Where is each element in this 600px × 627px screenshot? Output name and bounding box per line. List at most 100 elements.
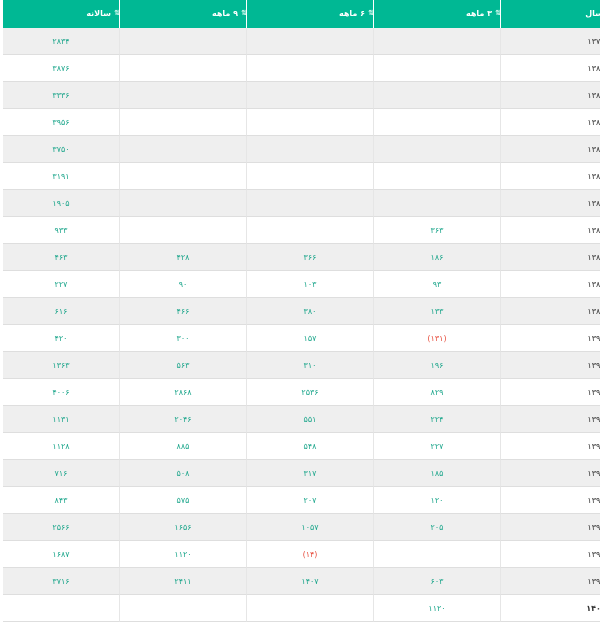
- cell-annual: ۳۳۳۶: [3, 82, 119, 109]
- cell-q3: ۸۲۹: [373, 379, 500, 406]
- table-row: ۱۳۹۵ ۱۸۵۳۱۷۵۰۸۷۱۶: [3, 460, 600, 487]
- cell-q6: ۳۱۰: [246, 352, 373, 379]
- cell-q3: [373, 163, 500, 190]
- cell-q9: ۴۶۶: [119, 298, 246, 325]
- column-header-label: سالانه: [86, 9, 111, 18]
- cell-q6: [246, 595, 373, 622]
- sort-icon[interactable]: ⇅: [114, 9, 120, 17]
- cell-annual: ۳۷۵۰: [3, 136, 119, 163]
- cell-q9: ۱۶۵۶: [119, 514, 246, 541]
- cell-q9: ۸۸۵: [119, 433, 246, 460]
- year-label: ۱۳۸۸: [587, 279, 600, 289]
- year-label: ۱۳۹۰: [587, 333, 600, 343]
- cell-q6: [246, 28, 373, 55]
- column-header-annual[interactable]: ⇅ سالانه: [3, 0, 120, 28]
- cell-year: ۱۳۸۷: [500, 244, 600, 271]
- cell-q6: ۱۵۷: [246, 325, 373, 352]
- year-label: ۱۳۸۵: [587, 198, 600, 208]
- cell-annual: ۱۶۸۷: [3, 541, 119, 568]
- cell-q6: ۱۴۰۷: [246, 568, 373, 595]
- cell-q3: ۲۲۴: [373, 406, 500, 433]
- sort-icon[interactable]: ⇅: [495, 9, 501, 17]
- cell-q3: [373, 190, 500, 217]
- year-label: ۱۳۹۵: [587, 468, 600, 478]
- cell-year: ۱۳۹۵: [500, 460, 600, 487]
- cell-annual: ۳۹۵۶: [3, 109, 119, 136]
- cell-year: ۱۳۹۰: [500, 325, 600, 352]
- cell-year: ۱۳۷۹: [500, 28, 600, 55]
- cell-q6: [246, 82, 373, 109]
- header-row: ⇣سال⇅۳ ماهه⇅۶ ماهه⇅۹ ماهه⇅سالانه: [3, 0, 600, 28]
- cell-year: ۱۳۹۲: [500, 379, 600, 406]
- year-label: ۱۳۷۹: [587, 36, 600, 46]
- cell-q6: ۱۰۳: [246, 271, 373, 298]
- column-header-year[interactable]: ⇣سال: [500, 0, 600, 28]
- cell-year: ۱۴۰۰: [500, 595, 600, 622]
- cell-q6: ۲۰۷: [246, 487, 373, 514]
- cell-annual: [3, 595, 119, 622]
- cell-year: ۱۳۹۶: [500, 487, 600, 514]
- year-label: ۱۳۸۳: [587, 144, 600, 154]
- table-row: ۱۳۸۳ ۳۷۵۰: [3, 136, 600, 163]
- cell-q3: ۱۹۶: [373, 352, 500, 379]
- cell-year: ۱۳۸۴: [500, 163, 600, 190]
- table-row: ۱۳۹۲ ۸۲۹۲۵۳۶۲۸۶۸۴۰۰۶: [3, 379, 600, 406]
- table-row: ۱۳۸۶ ۳۶۳ ۹۳۳: [3, 217, 600, 244]
- cell-q6: ۳۸۰: [246, 298, 373, 325]
- cell-q3: [373, 136, 500, 163]
- table-row: ۱۳۸۷ ۱۸۶۳۶۶۴۲۸۴۶۳: [3, 244, 600, 271]
- cell-year: ۱۳۸۱: [500, 82, 600, 109]
- eps-table-container: ⇣سال⇅۳ ماهه⇅۶ ماهه⇅۹ ماهه⇅سالانه ۱۳۷۹۲۸۳…: [0, 0, 600, 627]
- year-label: ۱۳۹۳: [587, 414, 600, 424]
- cell-year: ۱۳۸۳: [500, 136, 600, 163]
- table-row: ۱۳۹۹ ۶۰۳۱۴۰۷۲۴۱۱۳۷۱۶: [3, 568, 600, 595]
- cell-q3: ۱۸۶: [373, 244, 500, 271]
- cell-q3: ۱۲۰: [373, 487, 500, 514]
- cell-q9: [119, 595, 246, 622]
- table-row: ۱۴۰۰ ۱۱۲۰: [3, 595, 600, 622]
- year-label: ۱۳۸۹: [587, 306, 600, 316]
- cell-year: ۱۳۹۸: [500, 541, 600, 568]
- column-header-q3[interactable]: ⇅ ۳ ماهه: [373, 0, 501, 28]
- table-row: ۱۳۹۴ ۲۲۷۵۴۸۸۸۵۱۱۲۸: [3, 433, 600, 460]
- cell-q6: ۵۴۸: [246, 433, 373, 460]
- cell-q6: (۱۴): [246, 541, 373, 568]
- cell-q6: [246, 109, 373, 136]
- year-label: ۱۳۹۴: [587, 441, 600, 451]
- cell-year: ۱۳۹۴: [500, 433, 600, 460]
- cell-year: ۱۳۸۶: [500, 217, 600, 244]
- cell-annual: ۹۳۳: [3, 217, 119, 244]
- cell-q9: ۲۰۴۶: [119, 406, 246, 433]
- column-header-label: ۹ ماهه: [211, 9, 238, 18]
- table-row: ۱۳۸۱ ۳۳۳۶: [3, 82, 600, 109]
- cell-annual: ۳۸۷۶: [3, 55, 119, 82]
- cell-annual: ۱۹۰۵: [3, 190, 119, 217]
- cell-q3: [373, 55, 500, 82]
- sort-icon[interactable]: ⇅: [368, 9, 374, 17]
- year-label: ۱۳۸۱: [587, 90, 600, 100]
- cell-annual: ۳۱۹۱: [3, 163, 119, 190]
- column-header-label: ۳ ماهه: [465, 9, 492, 18]
- column-header-q9[interactable]: ⇅ ۹ ماهه: [119, 0, 247, 28]
- cell-q6: [246, 163, 373, 190]
- cell-q3: ۹۳: [373, 271, 500, 298]
- cell-q9: [119, 28, 246, 55]
- cell-year: ۱۳۸۸: [500, 271, 600, 298]
- cell-year: ۱۳۹۳: [500, 406, 600, 433]
- cell-q9: [119, 217, 246, 244]
- cell-q9: ۲۴۱۱: [119, 568, 246, 595]
- cell-annual: ۶۱۶: [3, 298, 119, 325]
- cell-q9: ۵۶۳: [119, 352, 246, 379]
- year-label: ۱۳۸۲: [587, 117, 600, 127]
- cell-year: ۱۳۹۷: [500, 514, 600, 541]
- eps-table: ⇣سال⇅۳ ماهه⇅۶ ماهه⇅۹ ماهه⇅سالانه ۱۳۷۹۲۸۳…: [3, 0, 600, 622]
- table-row: ۱۳۷۹ ۲۸۳۴: [3, 28, 600, 55]
- cell-q3: [373, 541, 500, 568]
- sort-icon[interactable]: ⇅: [241, 9, 247, 17]
- cell-q6: [246, 217, 373, 244]
- cell-year: ۱۳۸۹: [500, 298, 600, 325]
- column-header-q6[interactable]: ⇅ ۶ ماهه: [246, 0, 374, 28]
- year-label: ۱۳۹۹: [587, 576, 600, 586]
- cell-annual: ۴۲۰: [3, 325, 119, 352]
- cell-q3: ۱۱۲۰: [373, 595, 500, 622]
